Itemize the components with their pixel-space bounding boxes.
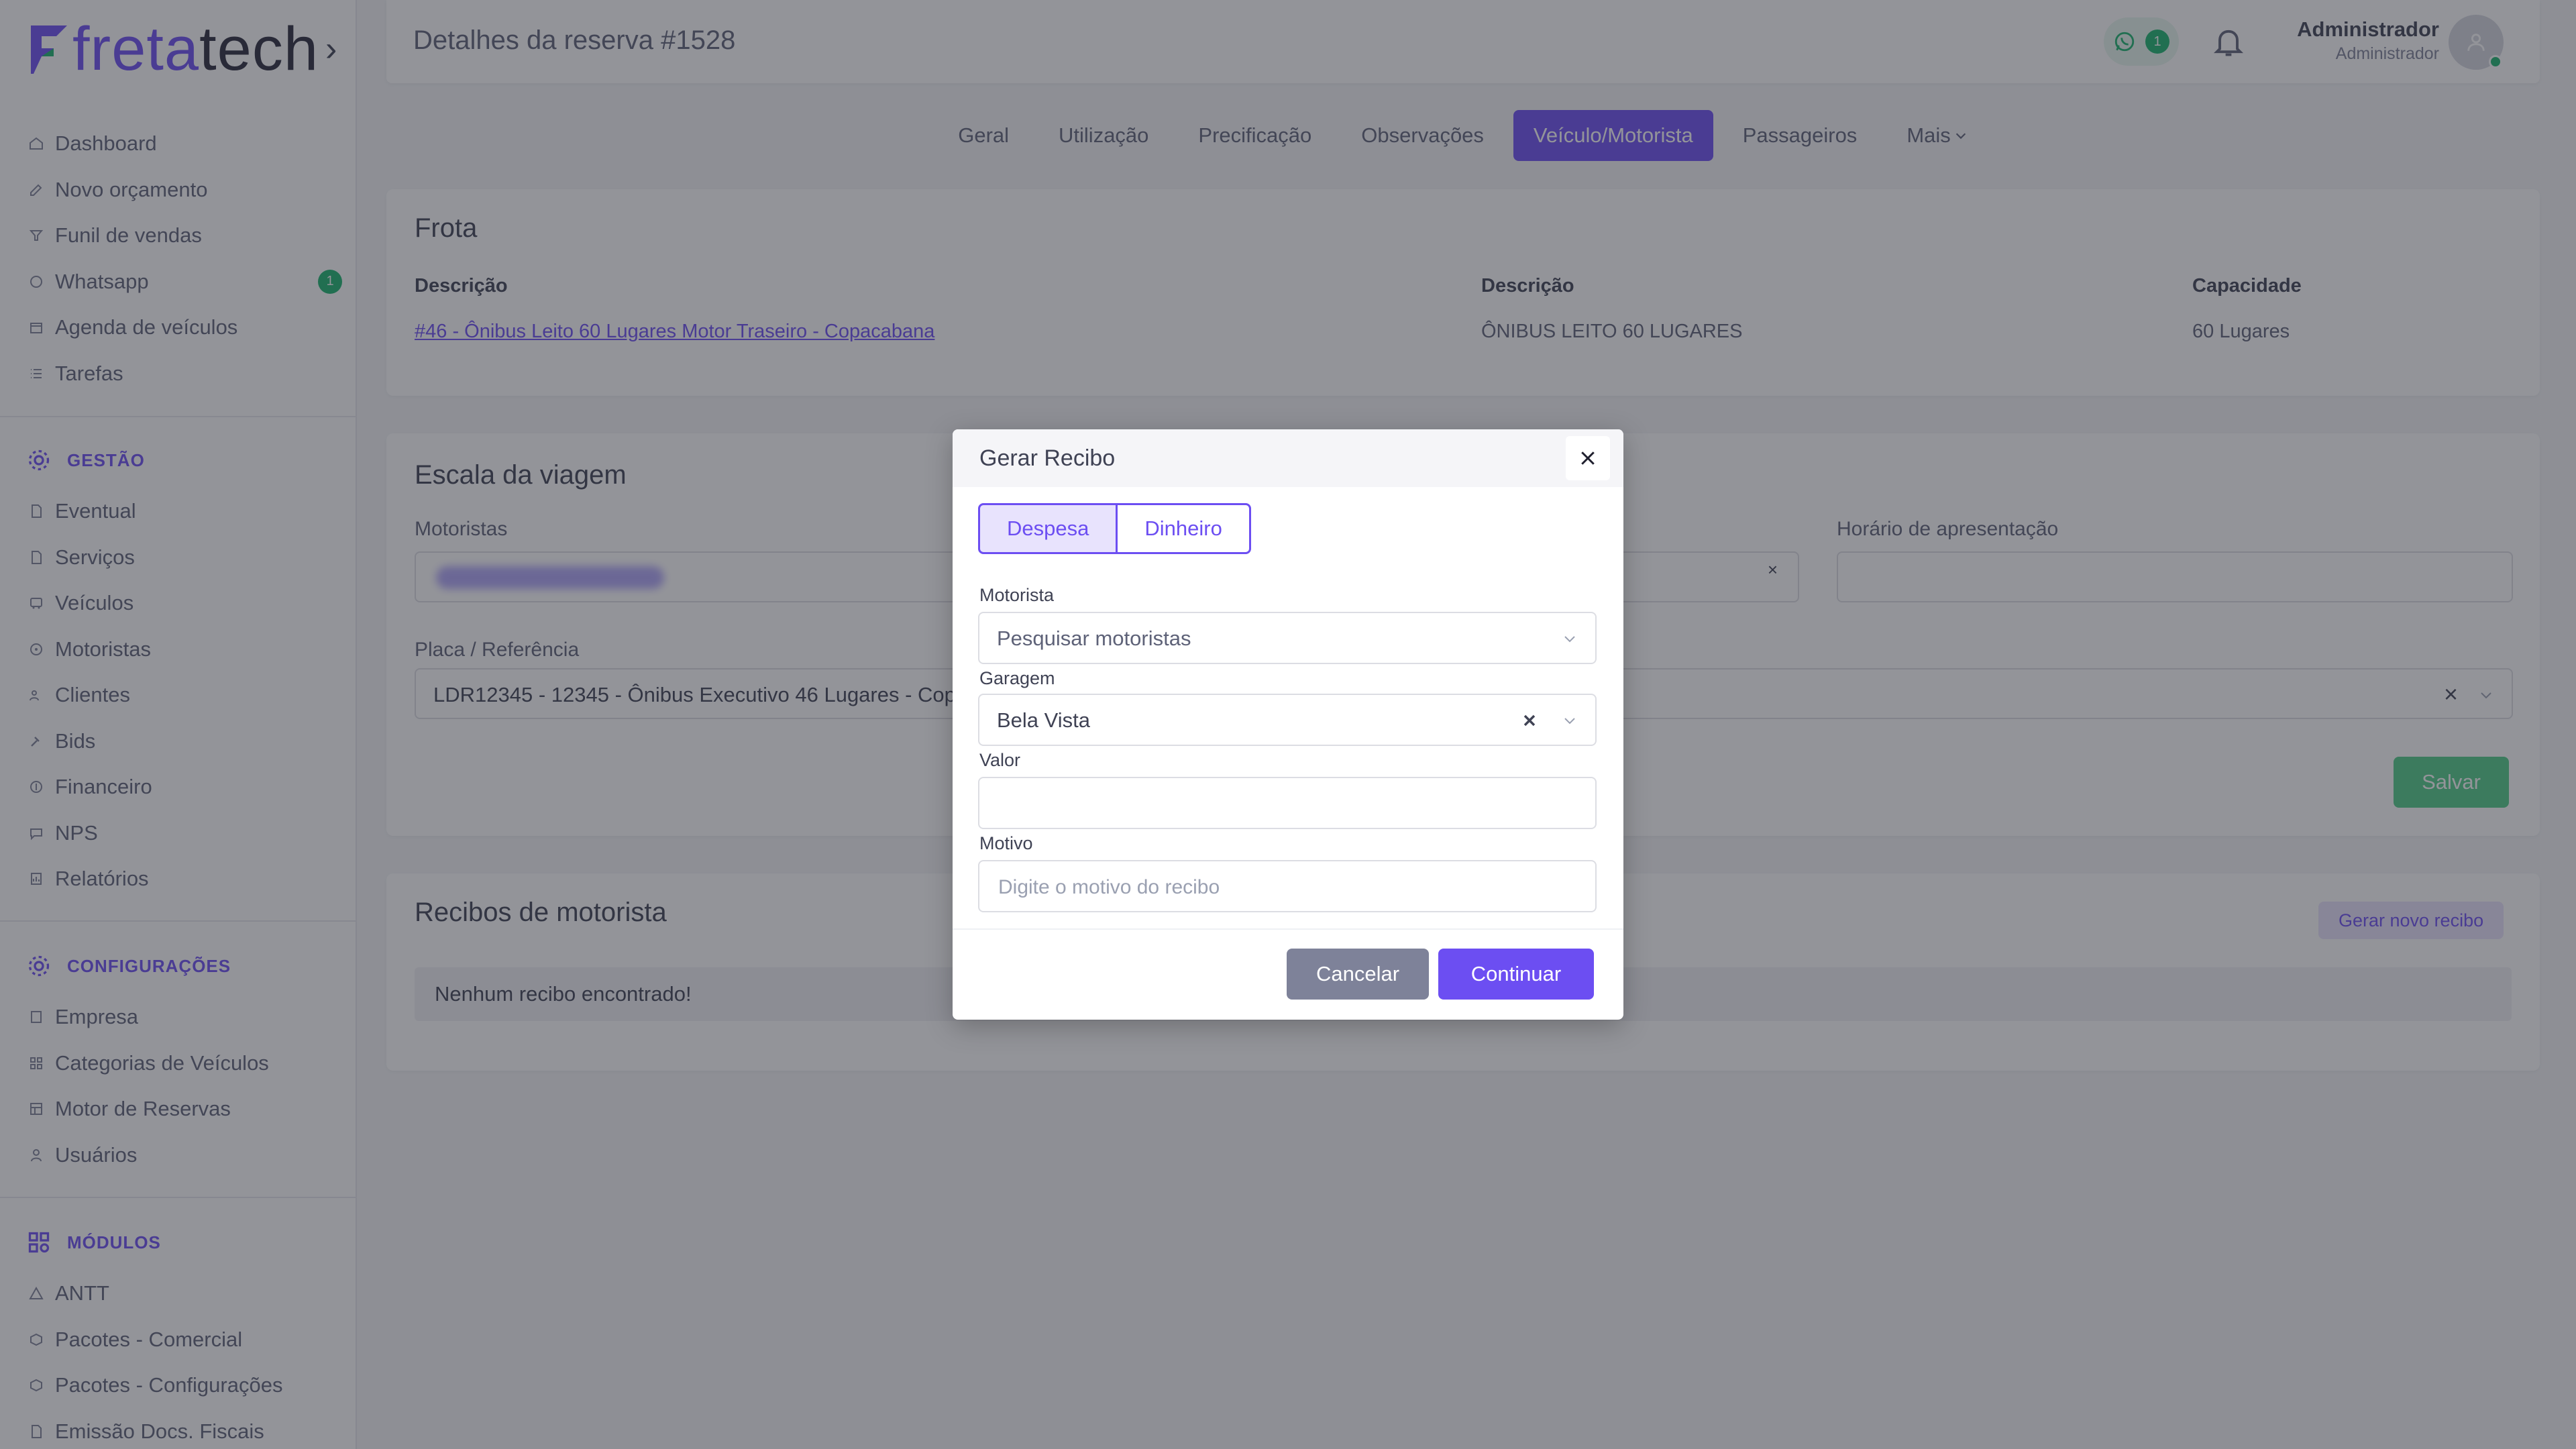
expense-option[interactable]: Despesa — [978, 503, 1118, 554]
continue-button[interactable]: Continuar — [1438, 949, 1594, 1000]
motorista-search-select[interactable]: Pesquisar motoristas — [978, 612, 1597, 664]
motivo-label: Motivo — [979, 833, 1033, 853]
cancel-button[interactable]: Cancelar — [1287, 949, 1429, 1000]
close-button[interactable] — [1566, 436, 1610, 480]
motorista-label: Motorista — [979, 585, 1055, 605]
modal-title: Gerar Recibo — [979, 445, 1116, 471]
modal-footer-divider — [953, 928, 1623, 930]
clear-icon[interactable] — [1520, 711, 1539, 730]
motivo-placeholder: Digite o motivo do recibo — [998, 876, 1220, 898]
chevron-down-icon — [1564, 718, 1575, 724]
valor-input[interactable] — [978, 777, 1597, 829]
receipt-modal: Gerar Recibo Despesa Dinheiro Motorista … — [953, 429, 1623, 1020]
garagem-value: Bela Vista — [997, 708, 1091, 732]
modal-header: Gerar Recibo — [953, 429, 1623, 487]
motivo-input[interactable]: Digite o motivo do recibo — [978, 860, 1597, 912]
close-icon — [1581, 451, 1595, 465]
receipt-type-toggle: Despesa Dinheiro — [978, 503, 1251, 554]
cash-option[interactable]: Dinheiro — [1118, 503, 1251, 554]
garagem-select[interactable]: Bela Vista — [978, 694, 1597, 746]
valor-label: Valor — [979, 750, 1021, 770]
chevron-down-icon — [1564, 636, 1575, 643]
garagem-label: Garagem — [979, 668, 1055, 688]
motorista-placeholder: Pesquisar motoristas — [997, 627, 1191, 650]
